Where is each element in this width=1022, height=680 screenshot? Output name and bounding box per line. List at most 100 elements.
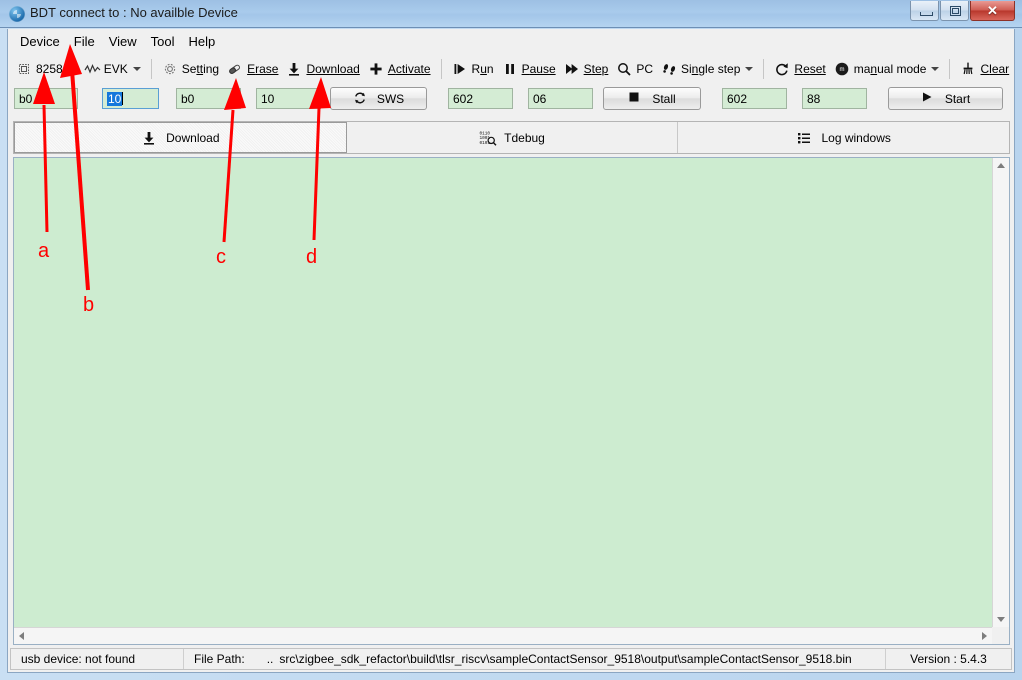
vertical-scrollbar[interactable] (992, 158, 1009, 627)
bdt-app-icon (9, 6, 25, 22)
manual-mode-label: manual mode (853, 62, 927, 76)
reset-label: Reset (794, 62, 826, 76)
application-window: BDT connect to : No availble Device ✕ De… (0, 0, 1022, 680)
toolbar-separator (440, 59, 442, 79)
val1-field[interactable]: 602 (448, 88, 513, 109)
reset-button[interactable]: Reset (770, 57, 829, 81)
version-label: Version : 5.4.3 (910, 652, 987, 666)
step-button[interactable]: Step (560, 57, 613, 81)
addr1-field[interactable]: b0 (14, 88, 78, 109)
chip-8258-label: 8258 (36, 62, 63, 76)
tab-strip: Download 0110 1001 0101 Tdebug Log windo… (13, 121, 1010, 154)
pause-icon (502, 61, 518, 77)
toolbar-separator (150, 59, 152, 79)
stall-button[interactable]: Stall (603, 87, 701, 110)
gear-icon (162, 61, 178, 77)
stall-button-label: Stall (652, 91, 676, 106)
board-evk-dropdown[interactable]: EVK (80, 57, 145, 81)
play-triangle-icon (921, 91, 937, 107)
title-bar: BDT connect to : No availble Device ✕ (0, 0, 1022, 28)
run-button[interactable]: Run (448, 57, 498, 81)
main-content-panel (13, 157, 1010, 645)
len2-field[interactable]: 10 (256, 88, 321, 109)
sws-button[interactable]: SWS (330, 87, 427, 110)
tab-download-label: Download (166, 130, 220, 145)
menu-tool[interactable]: Tool (144, 31, 182, 52)
download-output-area[interactable] (14, 158, 992, 627)
download-arrow-icon (141, 130, 157, 146)
clear-button[interactable]: Clear (956, 57, 1013, 81)
chip-icon (16, 61, 32, 77)
usb-status: usb device: not found (11, 649, 184, 669)
tab-tdebug-label: Tdebug (504, 130, 545, 145)
menu-device[interactable]: Device (13, 31, 67, 52)
sws-button-label: SWS (376, 91, 405, 106)
chevron-down-icon (931, 67, 940, 71)
setting-label: Setting (181, 62, 220, 76)
chip-8258-dropdown[interactable]: 8258 (12, 57, 80, 81)
eraser-icon (227, 61, 243, 77)
toolbar-separator (763, 59, 765, 79)
start-button-label: Start (944, 91, 971, 106)
file-path-prefix: .. (266, 652, 274, 666)
menu-view[interactable]: View (102, 31, 144, 52)
scroll-left-icon[interactable] (19, 632, 24, 640)
window-title: BDT connect to : No availble Device (30, 5, 238, 20)
svg-text:m: m (839, 67, 844, 73)
pc-label: PC (636, 62, 653, 76)
maximize-icon (950, 6, 961, 16)
window-controls: ✕ (910, 1, 1015, 21)
activate-label: Activate (387, 62, 431, 76)
chevron-down-icon (67, 67, 76, 71)
waveform-icon (84, 61, 101, 77)
manual-mode-icon: m (834, 61, 850, 77)
menu-bar: Device File View Tool Help (8, 29, 1014, 54)
start-button[interactable]: Start (888, 87, 1003, 110)
len1-field-value: 10 (107, 92, 123, 106)
horizontal-scrollbar[interactable] (14, 627, 992, 644)
step-label: Step (583, 62, 609, 76)
toolbar-separator (949, 59, 951, 79)
broom-icon (960, 61, 976, 77)
minimize-button[interactable] (910, 1, 939, 21)
magnifier-icon (616, 61, 632, 77)
close-button[interactable]: ✕ (970, 1, 1015, 21)
activate-button[interactable]: Activate (364, 57, 435, 81)
single-step-dropdown[interactable]: Single step (657, 57, 757, 81)
pc-button[interactable]: PC (612, 57, 657, 81)
status-bar: usb device: not found File Path: .. src\… (10, 648, 1012, 670)
menu-file[interactable]: File (67, 31, 102, 52)
scroll-down-icon[interactable] (997, 617, 1005, 622)
tab-log-windows-label: Log windows (821, 130, 891, 145)
setting-button[interactable]: Setting (158, 57, 223, 81)
download-button[interactable]: Download (282, 57, 363, 81)
erase-button[interactable]: Erase (223, 57, 282, 81)
scrollbar-corner (992, 627, 1009, 644)
tab-download[interactable]: Download (14, 122, 347, 153)
len1-field[interactable]: 10 (102, 88, 159, 109)
scroll-up-icon[interactable] (997, 163, 1005, 168)
toolbar: 8258 EVK Setting Erase Download Activate… (8, 54, 1014, 84)
val2-field[interactable]: 06 (528, 88, 593, 109)
tab-log-windows[interactable]: Log windows (678, 122, 1010, 153)
manual-mode-dropdown[interactable]: m manual mode (830, 57, 944, 81)
file-path-label: File Path: (194, 652, 245, 666)
maximize-button[interactable] (940, 1, 969, 21)
step-icon (564, 61, 580, 77)
menu-help[interactable]: Help (182, 31, 223, 52)
val4-field[interactable]: 88 (802, 88, 867, 109)
scroll-right-icon[interactable] (982, 632, 987, 640)
text-caret (122, 92, 124, 105)
pause-button[interactable]: Pause (498, 57, 560, 81)
binary-magnifier-icon: 0110 1001 0101 (479, 130, 497, 146)
client-area: Device File View Tool Help 8258 EVK Sett… (7, 29, 1015, 673)
run-icon (452, 61, 468, 77)
download-arrow-icon (286, 61, 302, 77)
file-path-value: src\zigbee_sdk_refactor\build\tlsr_riscv… (279, 652, 852, 666)
clear-label: Clear (980, 62, 1010, 76)
minimize-icon (920, 12, 933, 16)
addr2-field[interactable]: b0 (176, 88, 241, 109)
val3-field[interactable]: 602 (722, 88, 787, 109)
tab-tdebug[interactable]: 0110 1001 0101 Tdebug (346, 122, 679, 153)
single-step-label: Single step (681, 62, 741, 76)
